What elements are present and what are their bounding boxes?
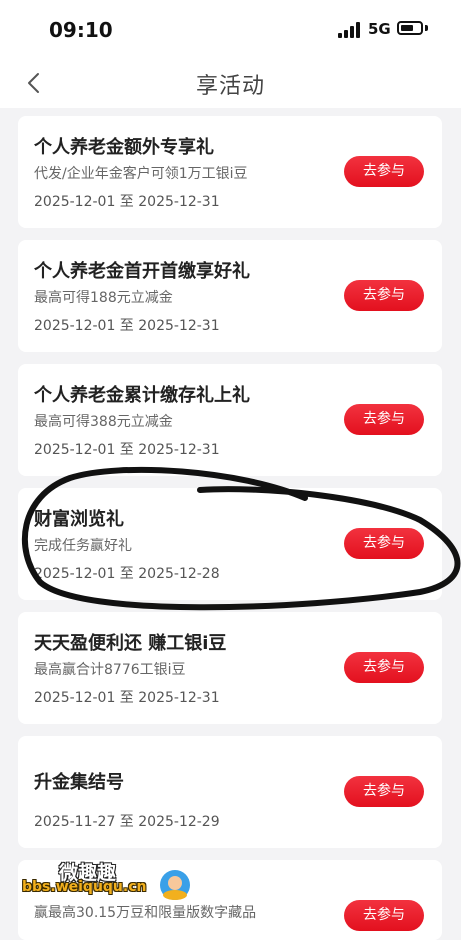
activity-title: 个人养老金额外专享礼 [34,137,214,158]
activity-date: 2025-12-01 至 2025-12-31 [34,318,220,334]
network-type: 5G [368,20,391,38]
activity-date: 2025-12-01 至 2025-12-28 [34,566,220,582]
nav-bar: 享活动 [0,58,461,108]
activity-card[interactable]: 个人养老金首开首缴享好礼 最高可得188元立减金 2025-12-01 至 20… [18,240,442,352]
join-button[interactable]: 去参与 [344,156,424,187]
join-button[interactable]: 去参与 [344,900,424,931]
battery-icon [397,21,423,35]
activity-title: 个人养老金首开首缴享好礼 [34,261,250,282]
activity-desc: 赢最高30.15万豆和限量版数字藏品 [34,905,257,921]
join-button[interactable]: 去参与 [344,652,424,683]
activity-title: 升金集结号 [34,772,124,793]
activity-card[interactable]: 升金集结号 2025-11-27 至 2025-12-29 去参与 [18,736,442,848]
join-button[interactable]: 去参与 [344,528,424,559]
join-button[interactable]: 去参与 [344,776,424,807]
activity-desc: 完成任务赢好礼 [34,538,132,554]
activity-date: 2025-11-27 至 2025-12-29 [34,814,220,830]
signal-icon [338,22,362,38]
activity-title: 财富浏览礼 [34,509,124,530]
mascot-icon [160,870,190,900]
battery-tip [425,25,428,31]
activity-desc: 最高赢合计8776工银i豆 [34,662,186,678]
activity-card[interactable]: 天天盈便利还 赚工银i豆 最高赢合计8776工银i豆 2025-12-01 至 … [18,612,442,724]
activity-title: 个人养老金累计缴存礼上礼 [34,385,250,406]
watermark-url: bbs.weiququ.cn [22,879,147,895]
status-bar: 09:10 5G [0,0,461,58]
activity-card[interactable]: 个人养老金累计缴存礼上礼 最高可得388元立减金 2025-12-01 至 20… [18,364,442,476]
activity-date: 2025-12-01 至 2025-12-31 [34,194,220,210]
join-button[interactable]: 去参与 [344,404,424,435]
activity-title: 天天盈便利还 赚工银i豆 [34,633,227,654]
status-time: 09:10 [49,18,113,42]
activity-card[interactable]: 财富浏览礼 完成任务赢好礼 2025-12-01 至 2025-12-28 去参… [18,488,442,600]
activity-card[interactable]: 个人养老金额外专享礼 代发/企业年金客户可领1万工银i豆 2025-12-01 … [18,116,442,228]
activity-desc: 代发/企业年金客户可领1万工银i豆 [34,166,248,182]
activity-desc: 最高可得188元立减金 [34,290,173,306]
page-title: 享活动 [195,74,265,99]
join-button[interactable]: 去参与 [344,280,424,311]
activity-date: 2025-12-01 至 2025-12-31 [34,690,220,706]
activity-date: 2025-12-01 至 2025-12-31 [34,442,220,458]
activity-desc: 最高可得388元立减金 [34,414,173,430]
